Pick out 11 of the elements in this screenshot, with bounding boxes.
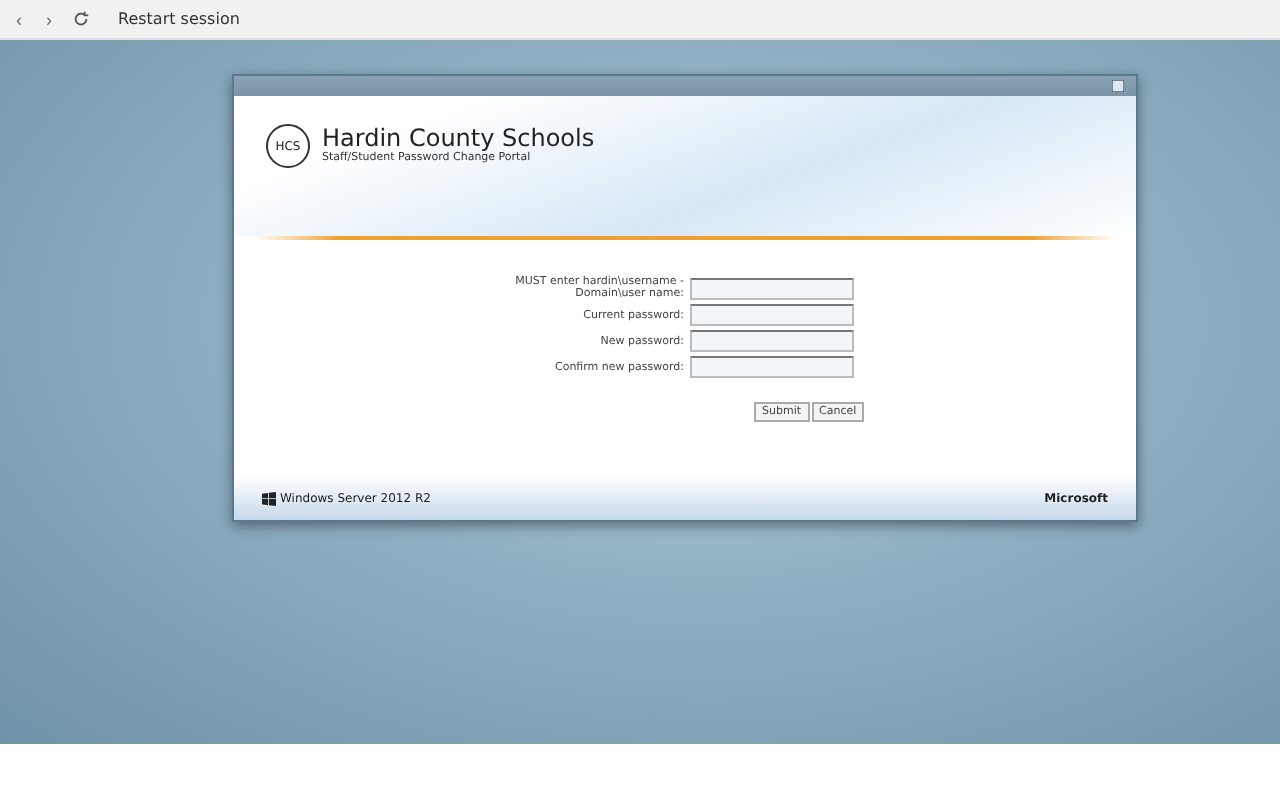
input-field[interactable] xyxy=(690,277,854,299)
forward-button[interactable]: › xyxy=(42,9,56,29)
input-field[interactable] xyxy=(690,330,854,352)
input-field[interactable] xyxy=(690,304,854,326)
restart-session-link[interactable]: Restart session xyxy=(118,10,240,28)
windows-logo-icon xyxy=(262,491,276,505)
back-button[interactable]: ‹ xyxy=(12,9,26,29)
input-field[interactable] xyxy=(690,356,854,378)
organization-name: Hardin County Schools xyxy=(322,124,595,152)
reload-icon[interactable] xyxy=(72,10,90,28)
window-icon xyxy=(1112,80,1124,92)
